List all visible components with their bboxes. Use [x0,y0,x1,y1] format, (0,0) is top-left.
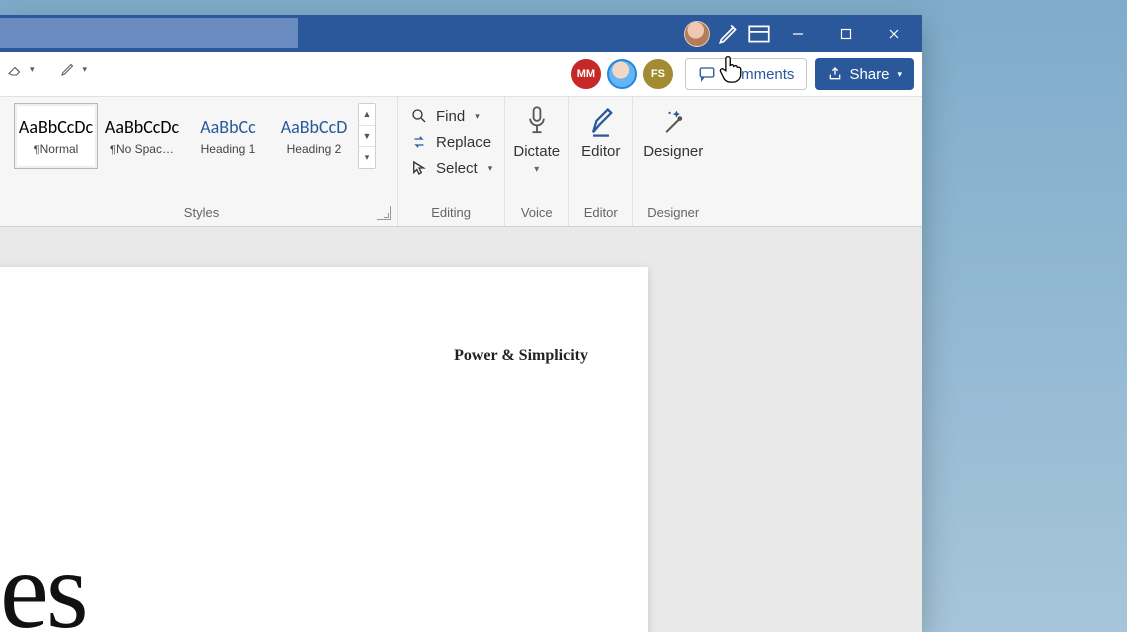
chevron-down-icon: ▾ [488,163,493,174]
share-label: Share [849,66,889,83]
group-label: Voice [513,205,560,224]
gallery-expand[interactable]: ▾ [359,147,375,168]
page[interactable]: Power & Simplicity [0,267,648,632]
ribbon-group-designer: Designer Designer [633,97,713,226]
style-tile-nospacing[interactable]: AaBbCcDc ¶No Spac… [100,103,184,169]
ribbon-group-styles: AaBbCcDc ¶Normal AaBbCcDc ¶No Spac… AaBb… [0,97,398,226]
style-name: Heading 1 [201,142,256,156]
page-header-text: Power & Simplicity [454,347,588,365]
group-label: Styles [14,205,389,224]
style-sample: AaBbCcD [281,116,348,138]
gallery-scroll: ▲ ▼ ▾ [358,103,376,169]
ink-tools: ▾ ▾ [6,60,87,78]
editor-pen-icon [584,105,618,139]
document-body-fragment: es [0,527,86,632]
find-button[interactable]: Find ▾ [406,105,496,127]
pen-button[interactable]: ▾ [59,60,88,78]
collab-bar: ▾ ▾ MM FS Comments Share ▾ [0,52,922,97]
gallery-scroll-up[interactable]: ▲ [359,104,375,126]
ribbon: AaBbCcDc ¶Normal AaBbCcDc ¶No Spac… AaBb… [0,97,922,227]
app-window: ▾ ▾ MM FS Comments Share ▾ [0,15,922,632]
maximize-button[interactable] [824,16,868,52]
style-tile-heading2[interactable]: AaBbCcD Heading 2 [272,103,356,169]
dictate-button[interactable]: Dictate ▾ [513,103,560,175]
style-name: Heading 2 [287,142,342,156]
document-area[interactable]: Power & Simplicity es [0,227,922,632]
comments-label: Comments [722,66,795,83]
editor-button[interactable]: Editor [577,103,624,160]
chevron-down-icon: ▾ [30,64,35,75]
designer-wand-icon [656,105,690,139]
select-button[interactable]: Select ▾ [406,157,496,179]
chevron-down-icon: ▾ [475,111,480,122]
styles-gallery: AaBbCcDc ¶Normal AaBbCcDc ¶No Spac… AaBb… [14,103,389,169]
minimize-button[interactable] [776,16,820,52]
titlebar [0,15,922,52]
share-button[interactable]: Share ▾ [815,58,914,90]
presence-avatar[interactable] [607,59,637,89]
quick-assist-icon[interactable] [716,16,742,52]
style-sample: AaBbCcDc [19,116,93,138]
style-sample: AaBbCc [200,116,256,138]
ribbon-group-editing: Find ▾ Replace Select ▾ Editing [398,97,505,226]
dialog-launcher-icon[interactable] [377,206,391,220]
style-name: ¶No Spac… [110,142,174,156]
group-label: Editor [577,205,624,224]
designer-button[interactable]: Designer [641,103,705,160]
comments-button[interactable]: Comments [685,58,808,90]
presence-avatar[interactable]: MM [571,59,601,89]
style-tile-heading1[interactable]: AaBbCc Heading 1 [186,103,270,169]
close-button[interactable] [872,16,916,52]
chevron-down-icon: ▾ [897,69,902,80]
style-name: ¶Normal [34,142,79,156]
style-sample: AaBbCcDc [105,116,179,138]
chevron-down-icon: ▾ [534,164,539,175]
chevron-down-icon: ▾ [83,64,88,75]
group-label: Designer [641,205,705,224]
presence-avatar[interactable]: FS [643,59,673,89]
display-modes-icon[interactable] [746,16,772,52]
ribbon-group-voice: Dictate ▾ Voice [505,97,569,226]
gallery-scroll-down[interactable]: ▼ [359,126,375,148]
profile-avatar[interactable] [684,21,710,47]
replace-button[interactable]: Replace [406,131,496,153]
style-tile-normal[interactable]: AaBbCcDc ¶Normal [14,103,98,169]
eraser-button[interactable]: ▾ [6,60,35,78]
presence-avatars: MM FS [571,59,673,89]
titlebar-controls [684,15,922,52]
group-label: Editing [406,205,496,224]
microphone-icon [520,105,554,139]
ribbon-group-editor: Editor Editor [569,97,633,226]
search-field[interactable] [0,18,298,48]
